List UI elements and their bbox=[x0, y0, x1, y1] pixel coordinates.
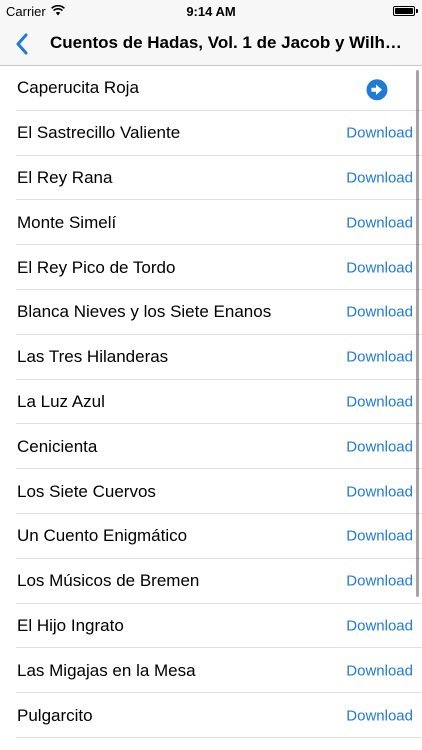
chevron-left-icon bbox=[16, 33, 28, 55]
download-button[interactable]: Download bbox=[346, 438, 413, 455]
list-item[interactable]: Los Músicos de Bremen Download bbox=[0, 559, 422, 604]
list-item[interactable]: Monte Simelí Download bbox=[0, 200, 422, 245]
story-title: El Sastrecillo Valiente bbox=[17, 123, 181, 143]
story-title: Caperucita Roja bbox=[17, 78, 139, 98]
story-title: El Hijo Ingrato bbox=[17, 615, 124, 635]
story-title: Pulgarcito bbox=[17, 705, 93, 725]
story-title: La Luz Azul bbox=[17, 391, 105, 411]
download-button[interactable]: Download bbox=[346, 125, 413, 142]
story-title: Blanca Nieves y los Siete Enanos bbox=[17, 302, 272, 322]
download-button[interactable]: Download bbox=[346, 707, 413, 724]
download-button[interactable]: Download bbox=[346, 304, 413, 321]
list-item[interactable]: El Rey Rana Download bbox=[0, 156, 422, 201]
battery-tip bbox=[416, 9, 418, 13]
download-button[interactable]: Download bbox=[346, 214, 413, 231]
story-title: El Rey Rana bbox=[17, 167, 113, 187]
battery-icon bbox=[393, 6, 415, 16]
story-title: Las Migajas en la Mesa bbox=[17, 660, 196, 680]
list-item[interactable]: Cenicienta Download bbox=[0, 424, 422, 469]
list-item[interactable]: La Luz Azul Download bbox=[0, 380, 422, 425]
list-item[interactable]: Blanca Nieves y los Siete Enanos Download bbox=[0, 290, 422, 335]
list-item[interactable]: El Hijo Ingrato Download bbox=[0, 604, 422, 649]
navigation-bar: Cuentos de Hadas, Vol. 1 de Jacob y Wilh… bbox=[0, 22, 422, 66]
list-item[interactable]: Las Migajas en la Mesa Download bbox=[0, 648, 422, 693]
list-item[interactable]: El Rey Pico de Tordo Download bbox=[0, 245, 422, 290]
list-item[interactable]: El Sastrecillo Valiente Download bbox=[0, 111, 422, 156]
download-button[interactable]: Download bbox=[346, 573, 413, 590]
download-button[interactable]: Download bbox=[346, 259, 413, 276]
play-icon[interactable] bbox=[366, 79, 388, 101]
page-title: Cuentos de Hadas, Vol. 1 de Jacob y Wilh… bbox=[50, 33, 404, 52]
story-title: Un Cuento Enigmático bbox=[17, 526, 188, 546]
download-button[interactable]: Download bbox=[346, 349, 413, 366]
download-button[interactable]: Download bbox=[346, 617, 413, 634]
story-title: Cenicienta bbox=[17, 436, 98, 456]
list-item[interactable]: Los Siete Cuervos Download bbox=[0, 469, 422, 514]
battery-fill bbox=[395, 8, 413, 14]
story-list: Caperucita Roja El Sastrecillo Valiente Do… bbox=[0, 66, 422, 738]
story-title: Los Músicos de Bremen bbox=[17, 571, 200, 591]
download-button[interactable]: Download bbox=[346, 169, 413, 186]
list-item[interactable]: Caperucita Roja bbox=[0, 66, 422, 111]
download-button[interactable]: Download bbox=[346, 528, 413, 545]
status-bar: Carrier 9:14 AM bbox=[0, 0, 422, 22]
download-button[interactable]: Download bbox=[346, 393, 413, 410]
story-title: El Rey Pico de Tordo bbox=[17, 257, 176, 277]
status-time: 9:14 AM bbox=[186, 4, 236, 19]
list-item[interactable]: Las Tres Hilanderas Download bbox=[0, 335, 422, 380]
list-item[interactable]: Un Cuento Enigmático Download bbox=[0, 514, 422, 559]
download-button[interactable]: Download bbox=[346, 483, 413, 500]
scroll-indicator[interactable] bbox=[416, 70, 419, 597]
download-button[interactable]: Download bbox=[346, 662, 413, 679]
story-title: Monte Simelí bbox=[17, 212, 117, 232]
list-item[interactable]: Pulgarcito Download bbox=[0, 693, 422, 738]
story-title: Las Tres Hilanderas bbox=[17, 347, 169, 367]
back-button[interactable] bbox=[8, 30, 36, 58]
story-title: Los Siete Cuervos bbox=[17, 481, 156, 501]
